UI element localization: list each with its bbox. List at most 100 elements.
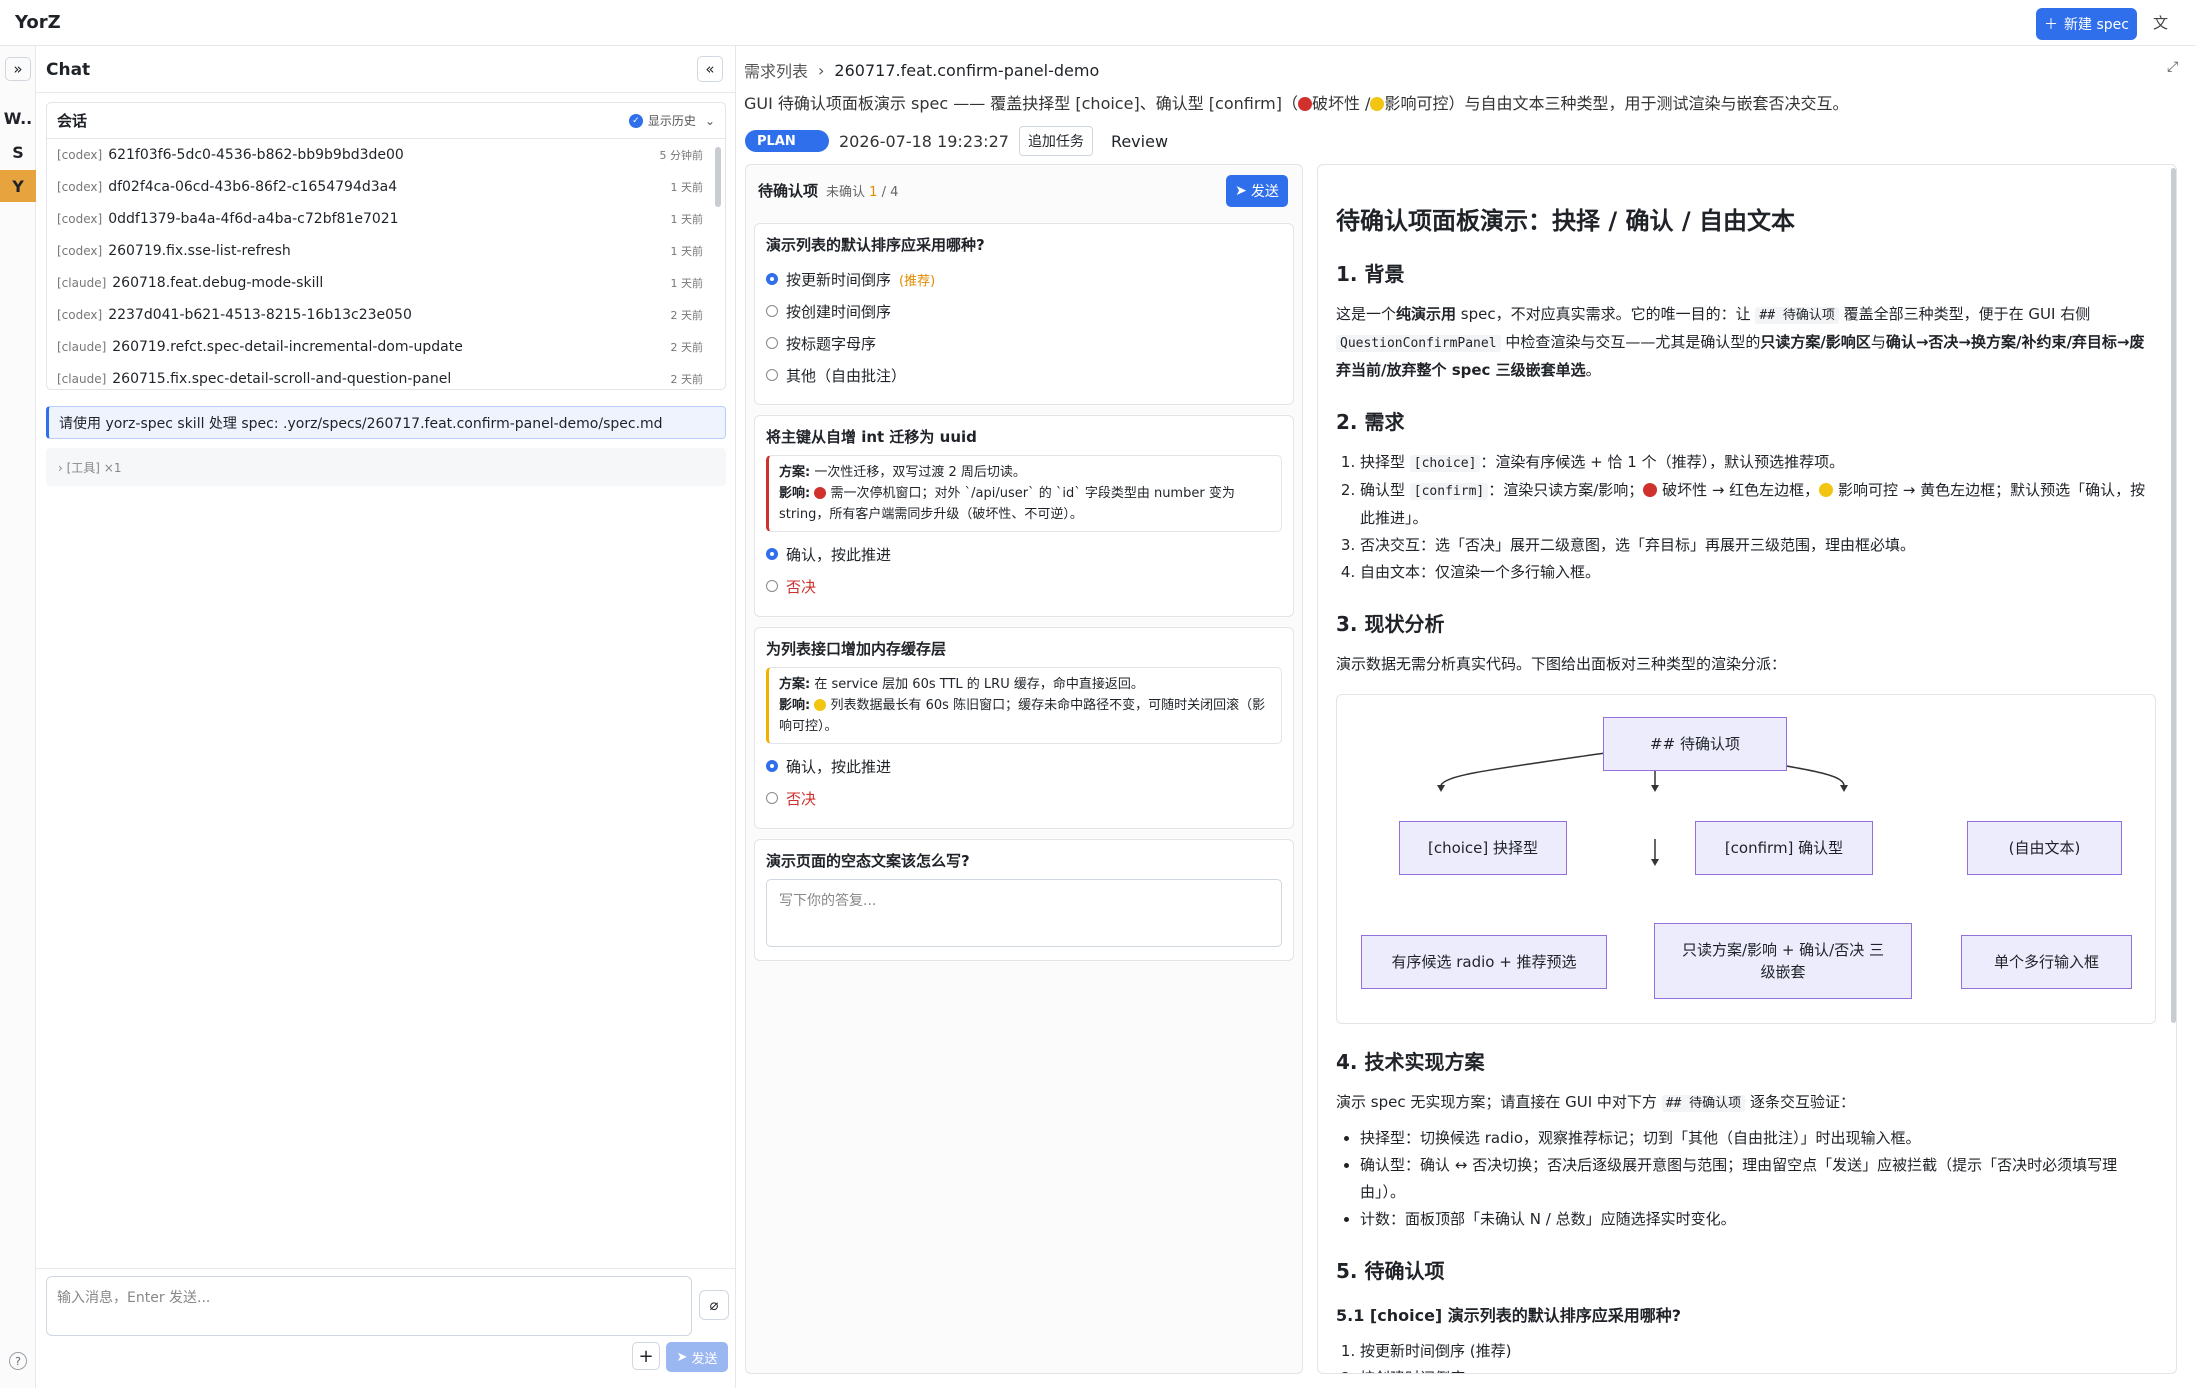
question-title: 为列表接口增加内存缓存层 [766, 640, 947, 658]
radio-checked[interactable] [766, 273, 778, 285]
expand-icon[interactable]: » [5, 57, 31, 81]
list-item: 确认型 [confirm]：渲染只读方案/影响； 破坏性 → 红色左边框， 影响… [1360, 477, 2156, 532]
add-task-button[interactable]: 追加任务 [1018, 126, 1093, 156]
desc-text: 影响可控）与自由文本三种类型，用于测试渲染与嵌套否决交互。 [1384, 94, 1849, 113]
tool-call-summary[interactable]: › [工具] ×1 [46, 448, 726, 486]
breadcrumb-current: 260717.feat.confirm-panel-demo [834, 60, 1100, 80]
option-label: 否决 [786, 789, 817, 808]
sessions-scrollbar[interactable] [715, 147, 721, 207]
radio[interactable] [766, 580, 778, 592]
send-icon: ➤ [676, 1349, 688, 1365]
counter-label: 未确认 [826, 184, 866, 200]
session-time: 5 分钟前 [659, 149, 704, 162]
inline-code: [choice] [1409, 455, 1481, 472]
text: 覆盖全部三种类型，便于在 GUI 右侧 [1838, 305, 2091, 323]
radio[interactable] [766, 305, 778, 317]
text: spec，不对应真实需求。它的唯一目的：让 [1456, 305, 1756, 323]
breadcrumb-root[interactable]: 需求列表 [744, 58, 808, 82]
option-label: 否决 [786, 577, 817, 596]
reject-option[interactable]: 否决 [766, 782, 1282, 814]
radio-checked[interactable] [766, 548, 778, 560]
text: 与 [1870, 333, 1886, 351]
section-heading: 2. 需求 [1336, 410, 1405, 434]
confirm-option[interactable]: 确认，按此推进 [766, 538, 1282, 570]
panel-header: 待确认项 未确认 1 / 4 [746, 165, 1302, 215]
option-radio[interactable]: 其他（自由批注） [766, 359, 1282, 391]
collapse-icon[interactable]: « [697, 56, 723, 82]
text: 纯演示用 [1396, 305, 1457, 323]
diagram-node-confirm: [confirm] 确认型 [1695, 821, 1873, 875]
impact-label: 影响: [779, 486, 811, 501]
session-row[interactable]: [claude] 260718.feat.debug-mode-skill 1 天前 [47, 267, 725, 299]
diagram-node-choice: [choice] 抉择型 [1399, 821, 1567, 875]
session-row[interactable]: [claude] 260715.fix.spec-detail-scroll-an… [47, 363, 725, 389]
plan-impact-box: 方案: 在 service 层加 60s TTL 的 LRU 缓存，命中直接返回… [766, 667, 1282, 744]
user-message: 请使用 yorz-spec skill 处理 spec: .yorz/specs… [46, 406, 726, 439]
add-button[interactable]: + [632, 1342, 660, 1370]
send-button[interactable]: ➤ 发送 [1226, 175, 1288, 207]
option-label: 按标题字母序 [786, 334, 877, 353]
confirm-option[interactable]: 确认，按此推进 [766, 750, 1282, 782]
arrowhead [1437, 785, 1445, 792]
session-row[interactable]: [codex] 2237d041-b621-4513-8215-16b13c23e… [47, 299, 725, 331]
option-radio[interactable]: 按标题字母序 [766, 327, 1282, 359]
radio[interactable] [766, 792, 778, 804]
expand-icon[interactable]: ⤢ [2167, 59, 2178, 75]
red-circle-icon [1297, 97, 1312, 111]
inline-code: [confirm] [1409, 483, 1489, 500]
text: 逐条交互验证： [1745, 1093, 1855, 1111]
background-paragraph: 这是一个纯演示用 spec，不对应真实需求。它的唯一目的：让 ## 待确认项 覆… [1336, 301, 2156, 384]
session-time: 1 天前 [670, 213, 704, 226]
session-row[interactable]: [codex] 621f03f6-5dc0-4536-b862-bb9b9bd3d… [47, 139, 725, 171]
help-icon[interactable]: ? [9, 1352, 27, 1370]
show-history-toggle[interactable]: ✓ 显示历史 ⌄ [628, 112, 715, 129]
inline-code: ## 待确认项 [1755, 307, 1839, 324]
radio[interactable] [766, 369, 778, 381]
impact-label: 影响: [779, 698, 811, 713]
diagram-leaf-confirm: 只读方案/影响 + 确认/否决 三级嵌套 [1654, 923, 1912, 999]
radio-checked[interactable] [766, 760, 778, 772]
radio[interactable] [766, 337, 778, 349]
session-tag: [claude] [57, 372, 107, 386]
reject-option[interactable]: 否决 [766, 570, 1282, 602]
workspace-rail: » W.. S Y ? [0, 46, 36, 1388]
workspace-item-y[interactable]: Y [0, 170, 36, 202]
translate-icon[interactable]: 文 [2153, 12, 2168, 33]
new-spec-label: 新建 spec [2064, 17, 2129, 33]
top-bar: YorZ ＋ 新建 spec 文 [0, 0, 2196, 46]
session-row[interactable]: [codex] 260719.fix.sse-list-refresh 1 天前 [47, 235, 725, 267]
unconfirmed-counter: 未确认 1 / 4 [826, 181, 898, 200]
text: 确认型 [1360, 481, 1410, 499]
diagram-leaf-free: 单个多行输入框 [1961, 935, 2132, 989]
inline-code: ## 待确认项 [1661, 1095, 1746, 1112]
option-radio[interactable]: 按创建时间倒序 [766, 295, 1282, 327]
plan-impact-box: 方案: 一次性迁移，双写过渡 2 周后切读。 影响: 需一次停机窗口；对外 `/… [766, 455, 1282, 532]
review-tab[interactable]: Review [1111, 132, 1168, 151]
workspace-item-s[interactable]: S [0, 136, 36, 168]
session-row[interactable]: [codex] df02f4ca-06cd-43b6-86f2-c1654794d… [47, 171, 725, 203]
session-row[interactable]: [claude] 260719.refct.spec-detail-increme… [47, 331, 725, 363]
paperclip-icon[interactable]: ⌀ [699, 1290, 729, 1320]
session-name: 260715.fix.spec-detail-scroll-and-questi… [112, 371, 452, 387]
question-card: 演示列表的默认排序应采用哪种? 按更新时间倒序 (推荐) 按创建时间倒序 按标题字… [754, 223, 1294, 405]
message-input[interactable]: 输入消息，Enter 发送... [46, 1276, 692, 1336]
arrowhead [1651, 859, 1659, 866]
option-label: 按创建时间倒序 [786, 302, 892, 321]
question-card: 演示页面的空态文案该怎么写? 写下你的答复... [754, 839, 1294, 961]
option-radio[interactable]: 按更新时间倒序 (推荐) [766, 263, 1282, 295]
chat-send-button[interactable]: ➤ 发送 [666, 1342, 728, 1372]
chevron-right-icon: › [818, 60, 825, 80]
document-scrollbar[interactable] [2171, 168, 2176, 1023]
inline-code: QuestionConfirmPanel [1336, 335, 1501, 352]
workspace-item-w[interactable]: W.. [0, 102, 36, 134]
session-time: 2 天前 [670, 373, 704, 386]
new-spec-button[interactable]: ＋ 新建 spec [2036, 8, 2137, 40]
divider [36, 92, 736, 93]
spec-document: 待确认项面板演示：抉择 / 确认 / 自由文本 1. 背景 这是一个纯演示用 s… [1317, 164, 2177, 1374]
question-card: 为列表接口增加内存缓存层 方案: 在 service 层加 60s TTL 的 … [754, 627, 1294, 829]
answer-textarea[interactable]: 写下你的答复... [766, 879, 1282, 947]
list-item: 确认型：确认 ↔ 否决切换；否决后逐级展开意图与范围；理由留空点「发送」应被拦截… [1360, 1152, 2156, 1206]
text: 抉择型 [1360, 453, 1410, 471]
desc-text: 破坏性 / [1311, 94, 1371, 113]
session-row[interactable]: [codex] 0ddf1379-ba4a-4f6d-a4ba-c72bf81e7… [47, 203, 725, 235]
